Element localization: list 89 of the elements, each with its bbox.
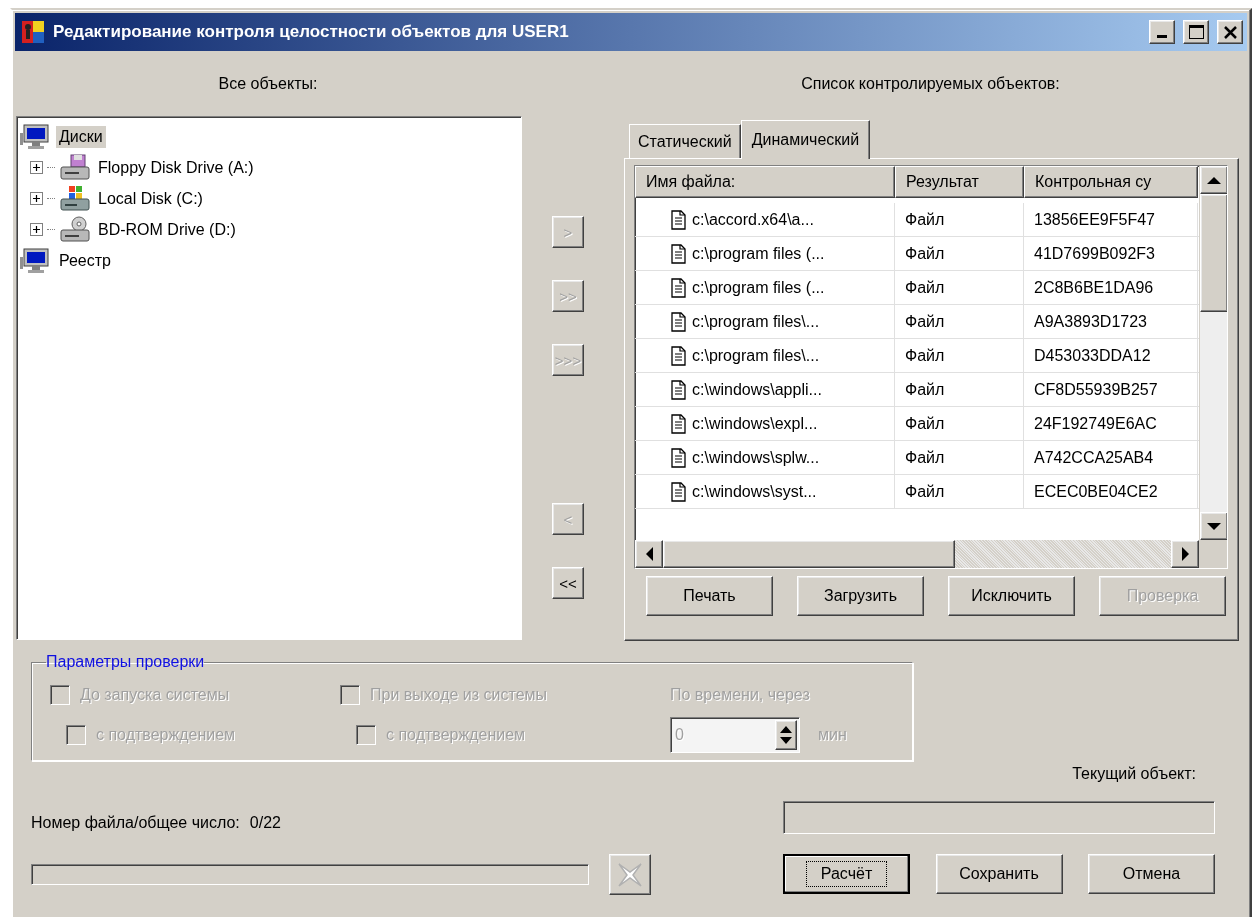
- panel-button[interactable]: Загрузить: [797, 576, 924, 616]
- table-cell: c:\accord.x64\a...: [692, 210, 814, 229]
- file-icon: [671, 209, 686, 230]
- table-cell: D453033DDA12: [1034, 346, 1151, 365]
- section-label: Список контролируемых объектов:: [800, 74, 1061, 93]
- floppy-drive-icon: [59, 154, 91, 181]
- table-cell: Файл: [905, 346, 945, 365]
- file-icon: [671, 413, 686, 434]
- scrollbar-thumb[interactable]: [1200, 194, 1227, 312]
- window-title: Редактирование контроля целостности объектов для USER1: [53, 22, 570, 42]
- progress-label: Номер файла/общее число:: [31, 814, 240, 832]
- down-arrow-icon: [1207, 522, 1221, 530]
- table-cell: Файл: [905, 210, 945, 229]
- close-button[interactable]: [1217, 20, 1243, 44]
- right-arrow-icon: [1181, 547, 1189, 561]
- tree-item[interactable]: BD-ROM Drive (D:): [95, 218, 239, 241]
- file-icon: [671, 447, 686, 468]
- table-cell: c:\windows\appli...: [692, 380, 822, 399]
- minimize-button[interactable]: [1149, 20, 1175, 44]
- computer-icon: [20, 123, 52, 150]
- file-icon: [671, 345, 686, 366]
- tab[interactable]: Динамический: [740, 120, 871, 159]
- panel-button[interactable]: Печать: [646, 576, 773, 616]
- hard-disk-icon: [59, 185, 91, 212]
- table-cell: c:\program files (...: [692, 278, 825, 297]
- plus-box-icon[interactable]: [30, 161, 43, 174]
- tree-item[interactable]: Реестр: [56, 249, 114, 272]
- tree-item[interactable]: Диски: [56, 125, 106, 148]
- maximize-icon: [1188, 25, 1204, 39]
- table-cell: A9A3893D1723: [1034, 312, 1147, 331]
- field-value: 0: [675, 726, 684, 744]
- table-cell: 2C8B6BE1DA96: [1034, 278, 1154, 297]
- table-cell: Файл: [905, 278, 945, 297]
- up-arrow-icon: [1207, 176, 1221, 184]
- disc-drive-icon: [59, 216, 91, 243]
- column-header[interactable]: Контрольная су: [1024, 166, 1198, 198]
- file-icon: [671, 379, 686, 400]
- dialog-button[interactable]: Сохранить: [935, 854, 1063, 894]
- tree-item[interactable]: Local Disk (C:): [95, 187, 206, 210]
- dialog-button[interactable]: Расчёт: [783, 854, 910, 894]
- transfer-button[interactable]: <<: [552, 567, 584, 599]
- file-icon: [671, 311, 686, 332]
- table-cell: Файл: [905, 244, 945, 263]
- panel-button[interactable]: Исключить: [948, 576, 1075, 616]
- scroll-right-button[interactable]: [1171, 540, 1199, 568]
- table-cell: Файл: [905, 482, 945, 501]
- table-cell: Файл: [905, 448, 945, 467]
- app-icon: [21, 20, 45, 44]
- close-icon: [1223, 25, 1237, 39]
- table-cell: c:\program files (...: [692, 244, 825, 263]
- table-cell: Файл: [905, 380, 945, 399]
- file-icon: [671, 243, 686, 264]
- table-cell: 41D7699B092F3: [1034, 244, 1155, 263]
- plus-box-icon[interactable]: [30, 223, 43, 236]
- group-title: Параметры проверки: [46, 653, 205, 671]
- table-cell: A742CCA25AB4: [1034, 448, 1154, 467]
- tab[interactable]: Статический: [629, 124, 741, 158]
- section-label: Текущий объект:: [1072, 765, 1196, 783]
- table-cell: c:\windows\syst...: [692, 482, 817, 501]
- file-count: 0/22: [249, 814, 281, 832]
- left-arrow-icon: [645, 547, 653, 561]
- scrollbar-thumb[interactable]: [663, 540, 955, 568]
- section-label: Все объекты:: [217, 74, 319, 93]
- horizontal-scrollbar[interactable]: [635, 540, 1199, 568]
- table-cell: Файл: [905, 312, 945, 331]
- file-icon: [671, 277, 686, 298]
- scroll-up-button[interactable]: [1200, 166, 1227, 194]
- table-cell: c:\program files\...: [692, 312, 820, 331]
- computer-icon: [20, 247, 52, 274]
- table-cell: ECEC0BE04CE2: [1034, 482, 1158, 501]
- tree-item[interactable]: Floppy Disk Drive (A:): [95, 156, 257, 179]
- scroll-down-button[interactable]: [1200, 512, 1227, 540]
- table-cell: c:\program files\...: [692, 346, 820, 365]
- scroll-left-button[interactable]: [635, 540, 663, 568]
- table-cell: 13856EE9F5F47: [1034, 210, 1155, 229]
- table-cell: CF8D55939B257: [1034, 380, 1158, 399]
- vertical-scrollbar[interactable]: [1199, 166, 1227, 540]
- maximize-button[interactable]: [1183, 20, 1209, 44]
- column-header[interactable]: Имя файла:: [635, 166, 895, 198]
- column-header[interactable]: Результат: [895, 166, 1024, 198]
- table-cell: Файл: [905, 414, 945, 433]
- minimize-icon: [1157, 35, 1167, 38]
- table-cell: c:\windows\expl...: [692, 414, 818, 433]
- dialog-button[interactable]: Отмена: [1088, 854, 1215, 894]
- file-icon: [671, 481, 686, 502]
- plus-box-icon[interactable]: [30, 192, 43, 205]
- scrollbar-corner: [1199, 540, 1227, 568]
- table-cell: c:\windows\splw...: [692, 448, 820, 467]
- table-cell: 24F192749E6AC: [1034, 414, 1157, 433]
